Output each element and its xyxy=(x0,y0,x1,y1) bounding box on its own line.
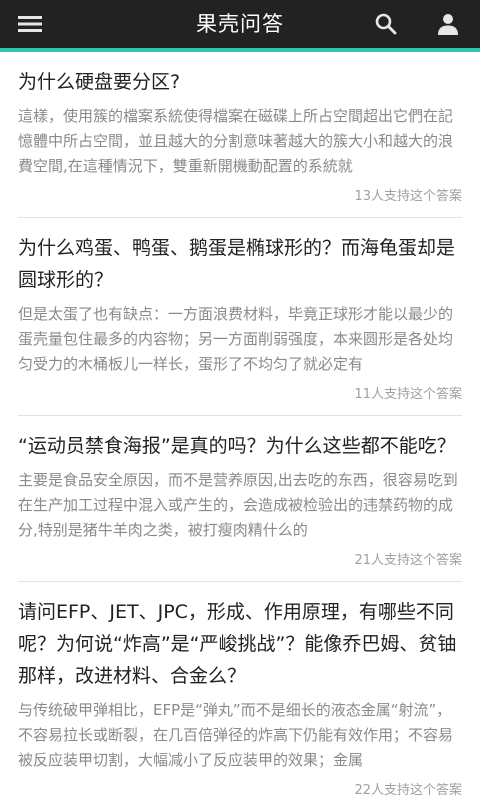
search-icon xyxy=(375,13,397,35)
support-count: 13人支持这个答案 xyxy=(354,189,462,204)
question-card[interactable]: “运动员禁食海报”是真的吗？为什么这些都不能吃？ 主要是食品安全原因，而不是营养… xyxy=(0,416,480,582)
question-card[interactable]: 为什么硬盘要分区? 這樣，使用簇的檔案系統使得檔案在磁碟上所占空間超出它們在記憶… xyxy=(0,52,480,218)
answer-excerpt[interactable]: 這樣，使用簇的檔案系統使得檔案在磁碟上所占空間超出它們在記憶體中所占空間，並且越… xyxy=(18,104,462,179)
top-app-bar: 果壳问答 xyxy=(0,0,480,52)
question-card[interactable]: 请问EFP、JET、JPC，形成、作用原理，有哪些不同呢？为何说“炸高”是“严峻… xyxy=(0,582,480,800)
question-feed[interactable]: 为什么硬盘要分区? 這樣，使用簇的檔案系統使得檔案在磁碟上所占空間超出它們在記憶… xyxy=(0,52,480,800)
answer-excerpt[interactable]: 与传统破甲弹相比，EFP是“弹丸”而不是细长的液态金属“射流”，不容易拉长或断裂… xyxy=(18,698,462,773)
question-title[interactable]: 为什么鸡蛋、鸭蛋、鹅蛋是椭球形的？而海龟蛋却是圆球形的？ xyxy=(18,218,462,296)
menu-icon xyxy=(18,16,42,32)
support-count: 22人支持这个答案 xyxy=(354,783,462,798)
question-card-body: 为什么鸡蛋、鸭蛋、鹅蛋是椭球形的？而海龟蛋却是圆球形的？ 但是太蛋了也有缺点：一… xyxy=(18,218,462,416)
question-card-body: “运动员禁食海报”是真的吗？为什么这些都不能吃？ 主要是食品安全原因，而不是营养… xyxy=(18,416,462,582)
search-button[interactable] xyxy=(368,8,404,40)
answer-excerpt[interactable]: 主要是食品安全原因，而不是营养原因,出去吃的东西，很容易吃到在生产加工过程中混入… xyxy=(18,468,462,543)
question-title[interactable]: “运动员禁食海报”是真的吗？为什么这些都不能吃？ xyxy=(18,416,462,462)
menu-button[interactable] xyxy=(12,10,48,38)
question-title[interactable]: 请问EFP、JET、JPC，形成、作用原理，有哪些不同呢？为何说“炸高”是“严峻… xyxy=(18,582,462,692)
support-count: 21人支持这个答案 xyxy=(354,553,462,568)
app-title: 果壳问答 xyxy=(196,12,284,36)
question-card-body: 为什么硬盘要分区? 這樣，使用簇的檔案系統使得檔案在磁碟上所占空間超出它們在記憶… xyxy=(18,52,462,218)
question-card-body: 请问EFP、JET、JPC，形成、作用原理，有哪些不同呢？为何说“炸高”是“严峻… xyxy=(18,582,462,800)
question-card[interactable]: 为什么鸡蛋、鸭蛋、鹅蛋是椭球形的？而海龟蛋却是圆球形的？ 但是太蛋了也有缺点：一… xyxy=(0,218,480,416)
user-profile-button[interactable] xyxy=(430,8,466,40)
user-icon xyxy=(438,14,458,35)
question-title[interactable]: 为什么硬盘要分区? xyxy=(18,52,462,98)
support-count: 11人支持这个答案 xyxy=(354,387,462,402)
answer-excerpt[interactable]: 但是太蛋了也有缺点：一方面浪费材料，毕竟正球形才能以最少的蛋壳量包住最多的内容物… xyxy=(18,302,462,377)
